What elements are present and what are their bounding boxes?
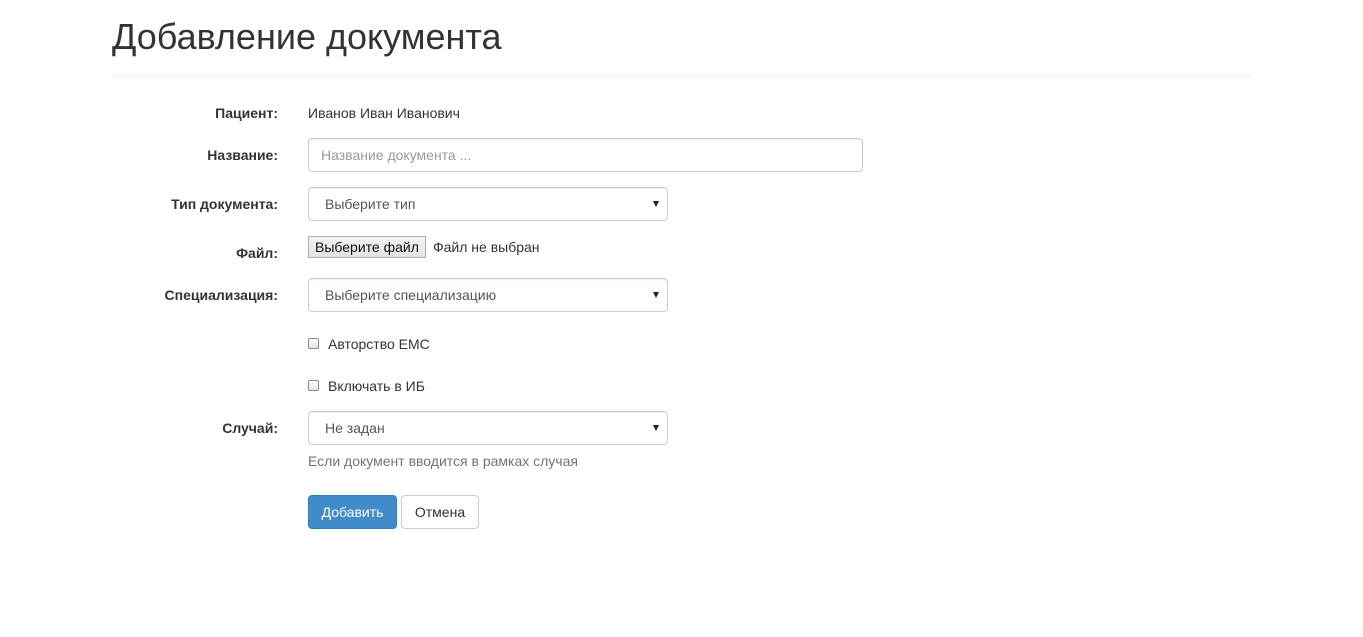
caret-down-icon — [653, 425, 659, 431]
page-title: Добавление документа — [112, 16, 502, 57]
authorship-emc-checkbox[interactable] — [308, 338, 319, 349]
add-button[interactable]: Добавить — [308, 495, 397, 529]
cancel-button[interactable]: Отмена — [401, 495, 479, 529]
caret-down-icon — [653, 201, 659, 207]
page: Добавление документа Пациент: Иванов Ива… — [0, 0, 1363, 637]
specialization-select[interactable]: Выберите специализацию — [308, 278, 668, 312]
document-name-label: Название: — [207, 147, 278, 163]
case-select[interactable]: Не задан — [308, 411, 668, 445]
file-status: Файл не выбран — [433, 239, 540, 255]
authorship-emc-label: Авторство ЕМС — [328, 336, 430, 352]
case-selected: Не задан — [325, 420, 385, 436]
title-divider — [112, 75, 1252, 76]
specialization-label: Специализация: — [164, 287, 278, 303]
choose-file-button[interactable]: Выберите файл — [308, 236, 426, 258]
case-help-text: Если документ вводится в рамках случая — [308, 453, 578, 469]
patient-label: Пациент: — [215, 105, 278, 121]
patient-name: Иванов Иван Иванович — [308, 105, 460, 121]
document-type-selected: Выберите тип — [325, 196, 416, 212]
document-type-select[interactable]: Выберите тип — [308, 187, 668, 221]
file-label: Файл: — [236, 245, 278, 261]
include-ib-checkbox[interactable] — [308, 380, 319, 391]
specialization-selected: Выберите специализацию — [325, 287, 497, 303]
document-type-label: Тип документа: — [171, 196, 278, 212]
document-name-input[interactable] — [308, 138, 863, 172]
case-label: Случай: — [222, 420, 278, 436]
include-ib-label: Включать в ИБ — [328, 378, 425, 394]
caret-down-icon — [653, 292, 659, 298]
